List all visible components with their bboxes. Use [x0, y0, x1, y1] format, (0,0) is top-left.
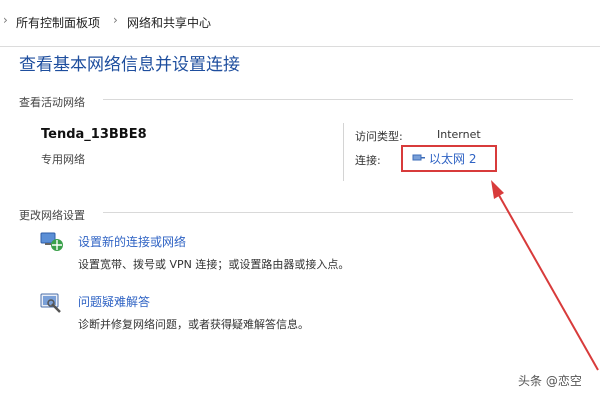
section-label: 查看活动网络 [19, 96, 91, 109]
section-label: 更改网络设置 [19, 209, 91, 222]
annotation-arrow [491, 180, 599, 371]
watermark-text: 头条 @恋空 [518, 374, 582, 388]
